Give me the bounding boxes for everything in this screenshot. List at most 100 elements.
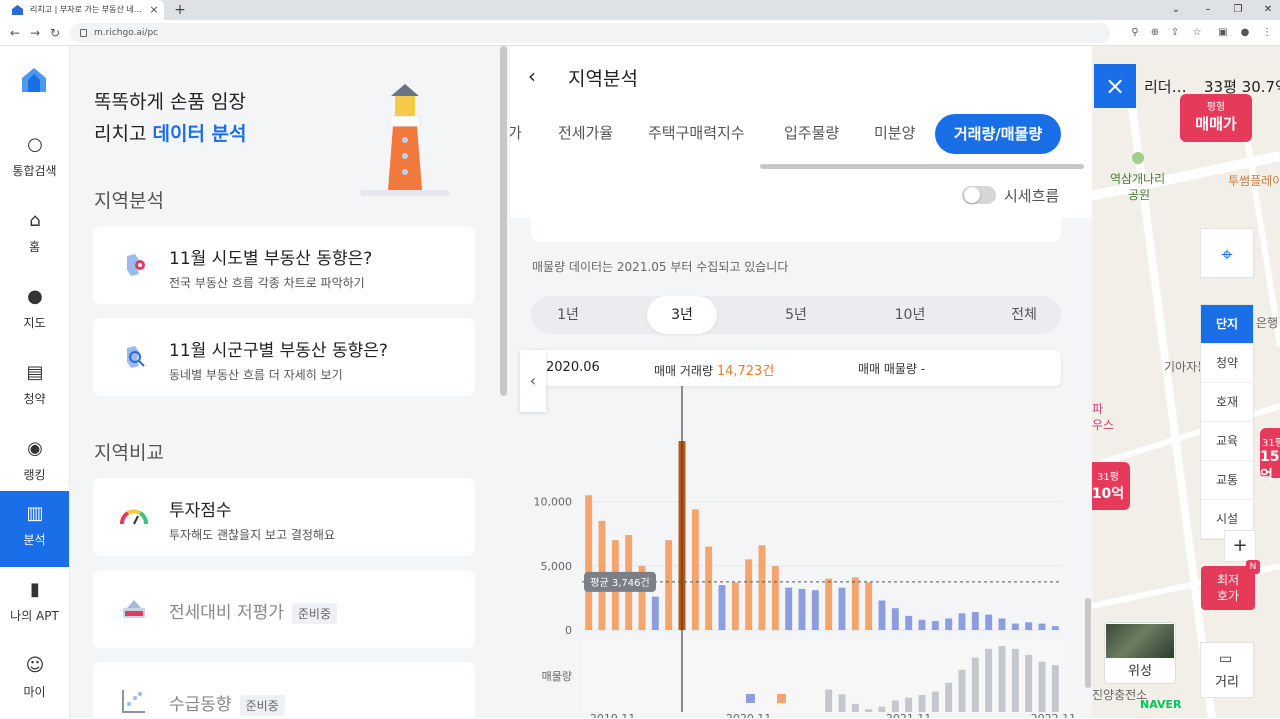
card-investment-score[interactable]: 투자점수 투자해도 괜찮을지 보고 결정해요 [93, 478, 475, 556]
card-sido-trend[interactable]: 11월 시도별 부동산 동향은? 전국 부동산 흐름 각종 차트로 파악하기 [93, 226, 475, 304]
zoom-icon[interactable]: ⊕ [1146, 24, 1164, 42]
back-icon[interactable]: ← [6, 24, 24, 42]
back-chevron-icon[interactable]: ‹ [528, 64, 548, 88]
card-subtitle: 전국 부동산 흐름 각종 차트로 파악하기 [169, 276, 365, 290]
tx-value: 14,723건 [716, 364, 775, 379]
card-sigungu-trend[interactable]: 11월 시군구별 부동산 동향은? 동네별 부동산 흐름 더 자세히 보기 [93, 318, 475, 396]
tab-supply[interactable]: 입주물량 [784, 122, 839, 143]
period-3y[interactable]: 3년 [647, 296, 717, 334]
tab-volume[interactable]: 거래량/매물량 [935, 114, 1061, 154]
tab-jeonse-ratio[interactable]: 전세가율 [558, 122, 613, 143]
distance-label: 거리 [1215, 675, 1239, 690]
transaction-bar [891, 608, 899, 630]
naver-logo: NAVER [1140, 698, 1182, 711]
coming-soon-badge: 준비중 [239, 694, 285, 716]
layer-subscription[interactable]: 청약 [1201, 344, 1253, 383]
tab-title: 리치고 | 부자로 가는 부동산 네… [30, 5, 142, 14]
map-price-pin[interactable]: 31평 10억 [1092, 462, 1130, 510]
nav-label: 나의 APT [10, 609, 59, 623]
layer-development[interactable]: 호재 [1201, 383, 1253, 422]
map-price-pin[interactable]: 31평 15억 [1260, 428, 1280, 484]
pin-value: 매매가 [1195, 115, 1237, 133]
period-5y[interactable]: 5년 [761, 296, 831, 334]
transaction-bar [811, 590, 819, 630]
transaction-bar [585, 495, 593, 630]
nav-item-my-apt[interactable]: ▮ 나의 APT [0, 567, 69, 643]
hero-line-2: 리치고 데이터 분석 [94, 118, 247, 150]
legend-swatch-high [777, 694, 787, 703]
info-listings: 매매 매물량 - [858, 362, 926, 376]
reload-icon[interactable]: ↻ [46, 24, 64, 42]
legend-swatch-low [746, 694, 755, 703]
nav-item-search[interactable]: ○ 통합검색 [0, 122, 69, 198]
info-transactions: 매매 거래량 14,723건 [654, 360, 774, 379]
layer-education[interactable]: 교육 [1201, 422, 1253, 461]
nav-item-subscription[interactable]: ▤ 청약 [0, 350, 69, 426]
card-jeonse-undervalue[interactable]: 전세대비 저평가 준비중 [93, 570, 475, 648]
sidebar-icon[interactable]: ▣ [1214, 24, 1232, 42]
maximize-button[interactable]: ❐ [1222, 0, 1254, 20]
close-window-button[interactable]: ✕ [1252, 0, 1280, 20]
listing-bar [905, 697, 913, 712]
layer-complex[interactable]: 단지 [1201, 305, 1253, 344]
nav-label: 홈 [28, 240, 41, 254]
card-title: 투자점수 [169, 501, 232, 521]
menu-icon[interactable]: ⋮ [1258, 24, 1276, 42]
close-icon[interactable]: × [1094, 64, 1136, 108]
selected-point-info [531, 350, 1061, 386]
richgo-logo[interactable] [18, 66, 50, 94]
tab-scrollbar[interactable] [760, 164, 1084, 169]
card-subtitle: 투자해도 괜찮을지 보고 결정해요 [169, 528, 336, 542]
forward-icon[interactable]: → [26, 24, 44, 42]
listing-bar [1011, 648, 1019, 712]
profile-icon[interactable]: ● [1236, 24, 1254, 42]
url-field[interactable] [70, 23, 1110, 43]
map-place-label: 공원 [1128, 188, 1151, 202]
map-place-label: 은행 [1256, 316, 1279, 330]
location-icon[interactable]: ⚲ [1126, 24, 1144, 42]
url-text[interactable]: m.richgo.ai/pc [94, 24, 158, 42]
gauge-icon [120, 509, 148, 525]
browser-tab[interactable]: 리치고 | 부자로 가는 부동산 네… × [0, 0, 164, 20]
transaction-bar [691, 509, 699, 630]
listing-bar [1025, 654, 1033, 712]
map-price-pin[interactable]: 평형 매매가 [1180, 94, 1252, 142]
period-10y[interactable]: 10년 [875, 296, 945, 334]
nav-item-map[interactable]: ● 지도 [0, 274, 69, 350]
nav-item-my[interactable]: ☺ 마이 [0, 643, 69, 719]
card-supply-demand[interactable]: 수급동향 준비중 [93, 662, 475, 718]
bookmark-star-icon[interactable]: ☆ [1188, 24, 1206, 42]
nav-item-analysis[interactable]: ▥ 분석 [0, 491, 69, 567]
tab-search-icon[interactable]: ⌄ [1160, 0, 1192, 20]
tab-purchase-power[interactable]: 주택구매력지수 [648, 122, 745, 143]
tab-unsold[interactable]: 미분양 [874, 122, 915, 143]
average-label: 평균 3,746건 [590, 577, 649, 589]
pin-value: 10억 [1092, 486, 1125, 502]
info-date: 2020.06 [546, 360, 600, 375]
panel-scrollbar[interactable] [1085, 598, 1091, 688]
panel-scrollbar[interactable] [500, 46, 507, 396]
volume-chart[interactable]: 10,000 5,000 0 평균 3,746건매물량 2019.11 2020.11 20… [510, 386, 1092, 718]
lowest-label-1: 최저 [1216, 573, 1240, 587]
layer-transport[interactable]: 교통 [1201, 461, 1253, 500]
pin-label: 31평 [1262, 438, 1280, 449]
period-1y[interactable]: 1년 [533, 296, 603, 334]
nav-item-home[interactable]: ⌂ 홈 [0, 198, 69, 274]
listing-bar [931, 691, 939, 712]
transaction-bar [958, 613, 966, 630]
left-navigation: ○ 통합검색 ⌂ 홈 ● 지도 ▤ 청약 ◉ 랭킹 ▥ 분석 ▮ 나의 APT … [0, 46, 70, 718]
crosshair-icon[interactable]: ⌖ [1200, 228, 1254, 278]
map-panel[interactable]: × 리더… 33평 30.7억 평형 매매가 31평 15억 31평 10억 역… [1092, 46, 1280, 718]
tab-price[interactable]: 가 [510, 122, 522, 143]
share-icon[interactable]: ⇪ [1166, 24, 1184, 42]
close-tab-icon[interactable]: × [148, 0, 160, 20]
transaction-bar [878, 600, 886, 630]
y-tick-label: 10,000 [534, 496, 573, 509]
distance-button[interactable]: ▭ 거리 [1200, 642, 1254, 698]
period-all[interactable]: 전체 [989, 296, 1059, 334]
zoom-in-button[interactable]: + [1224, 530, 1256, 562]
minimize-button[interactable]: – [1192, 0, 1224, 20]
new-tab-button[interactable]: + [172, 0, 188, 20]
region-magnifier-icon [127, 346, 145, 368]
region-analysis-panel: ‹ 지역분석 가 전세가율 주택구매력지수 입주물량 미분양 거래량/매물량 시… [510, 46, 1092, 718]
